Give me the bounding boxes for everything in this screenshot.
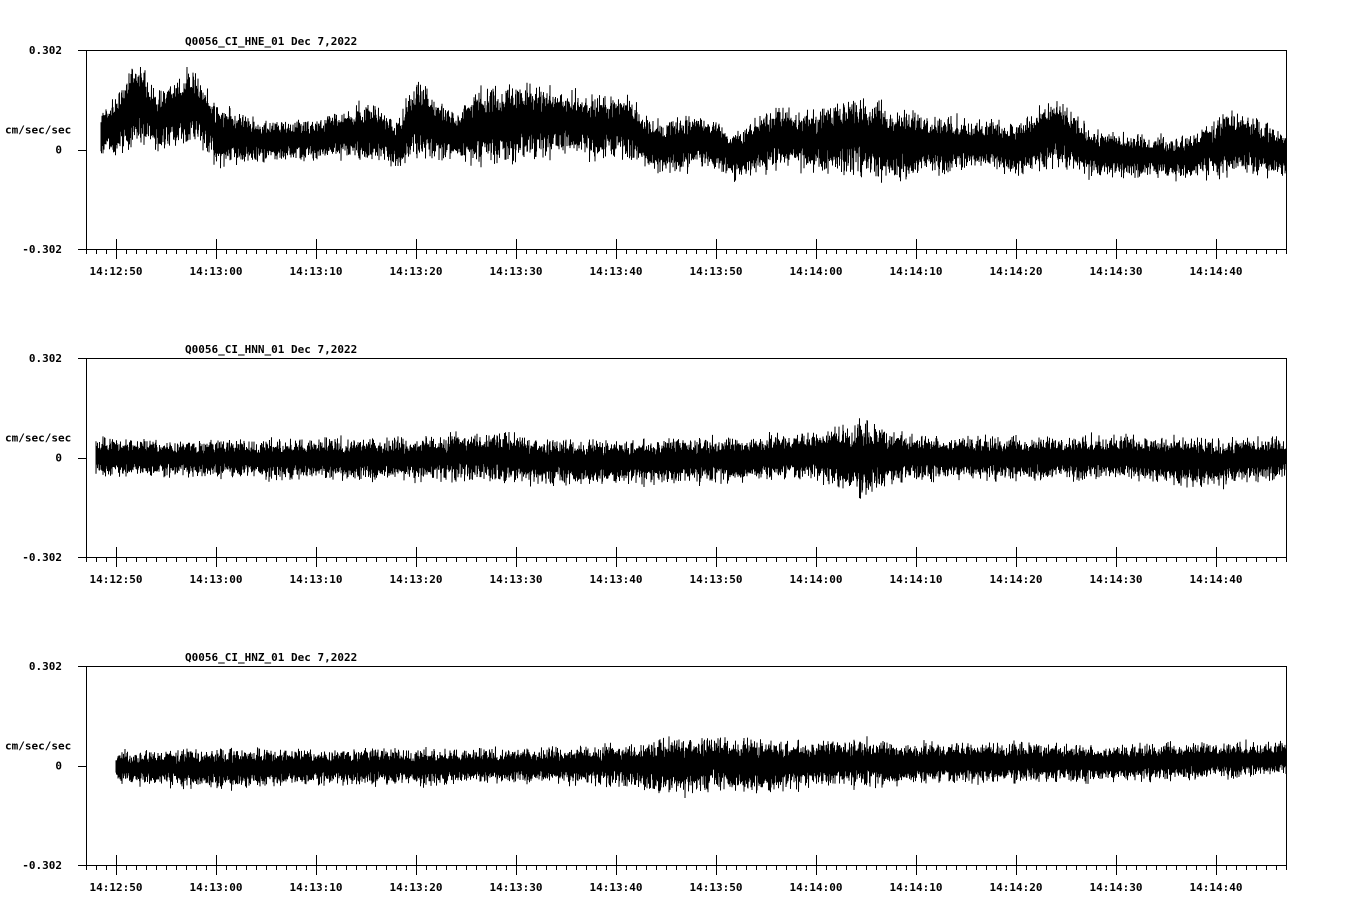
x-tick-label: 14:14:40 (1190, 881, 1243, 894)
x-tick-label: 14:14:30 (1090, 573, 1143, 586)
x-tick-label: 14:13:30 (490, 573, 543, 586)
panel-title: Q0056_CI_HNN_01 Dec 7,2022 (185, 343, 357, 356)
x-tick-label: 14:12:50 (90, 881, 143, 894)
x-tick-label: 14:13:30 (490, 265, 543, 278)
x-tick-label: 14:13:50 (690, 573, 743, 586)
x-tick-label: 14:13:00 (190, 573, 243, 586)
y-label-zero: 0 (55, 760, 62, 773)
x-tick-label: 14:13:50 (690, 265, 743, 278)
x-tick-label: 14:14:00 (790, 573, 843, 586)
y-label-max: 0.302 (29, 352, 62, 365)
waveform-trace (95, 418, 1287, 499)
x-tick-label: 14:14:20 (990, 265, 1043, 278)
seismogram-panel-2: Q0056_CI_HNN_01 Dec 7,2022 0.302 0 -0.302 cm… (5, 343, 1287, 586)
x-tick-label: 14:13:40 (590, 573, 643, 586)
x-tick-label: 14:13:20 (390, 573, 443, 586)
x-tick-label: 14:14:40 (1190, 265, 1243, 278)
x-axis: 14:12:50 14:13:00 14:13:10 14:13:20 14:13:30… (86, 855, 1287, 894)
x-tick-label: 14:14:00 (790, 265, 843, 278)
seismogram-figure: Q0056_CI_HNE_01 Dec 7,2022 0.302 0 -0.302 cm… (5, 35, 1287, 894)
x-tick-label: 14:13:10 (290, 881, 343, 894)
x-tick-label: 14:13:30 (490, 881, 543, 894)
x-tick-label: 14:14:30 (1090, 265, 1143, 278)
x-tick-label: 14:14:10 (890, 573, 943, 586)
y-axis-unit-label: cm/sec/sec (5, 740, 71, 753)
waveform-trace (100, 66, 1287, 183)
waveform-trace (115, 736, 1287, 799)
y-label-max: 0.302 (29, 44, 62, 57)
seismogram-panel-3: Q0056_CI_HNZ_01 Dec 7,2022 0.302 0 -0.302 cm… (5, 651, 1287, 894)
panel-title: Q0056_CI_HNZ_01 Dec 7,2022 (185, 651, 357, 664)
y-label-max: 0.302 (29, 660, 62, 673)
y-label-min: -0.302 (22, 243, 62, 256)
y-label-min: -0.302 (22, 859, 62, 872)
y-label-zero: 0 (55, 144, 62, 157)
x-tick-label: 14:14:10 (890, 881, 943, 894)
x-tick-label: 14:13:20 (390, 265, 443, 278)
x-tick-label: 14:13:10 (290, 265, 343, 278)
x-tick-label: 14:14:20 (990, 573, 1043, 586)
seismogram-panel-1: Q0056_CI_HNE_01 Dec 7,2022 0.302 0 -0.302 cm… (5, 35, 1287, 278)
x-tick-label: 14:14:00 (790, 881, 843, 894)
x-axis: 14:12:50 14:13:00 14:13:10 14:13:20 14:13:30… (86, 239, 1287, 278)
x-tick-label: 14:13:40 (590, 265, 643, 278)
x-tick-label: 14:13:10 (290, 573, 343, 586)
x-tick-label: 14:12:50 (90, 265, 143, 278)
x-tick-label: 14:12:50 (90, 573, 143, 586)
x-tick-label: 14:14:40 (1190, 573, 1243, 586)
x-axis: 14:12:50 14:13:00 14:13:10 14:13:20 14:13:30… (86, 547, 1287, 586)
x-tick-label: 14:14:20 (990, 881, 1043, 894)
x-tick-label: 14:13:00 (190, 881, 243, 894)
x-tick-label: 14:13:40 (590, 881, 643, 894)
y-axis-unit-label: cm/sec/sec (5, 124, 71, 137)
x-tick-label: 14:13:50 (690, 881, 743, 894)
y-axis-unit-label: cm/sec/sec (5, 432, 71, 445)
panel-title: Q0056_CI_HNE_01 Dec 7,2022 (185, 35, 357, 48)
x-tick-label: 14:13:20 (390, 881, 443, 894)
y-label-zero: 0 (55, 452, 62, 465)
x-tick-label: 14:14:30 (1090, 881, 1143, 894)
x-tick-label: 14:13:00 (190, 265, 243, 278)
y-label-min: -0.302 (22, 551, 62, 564)
x-tick-label: 14:14:10 (890, 265, 943, 278)
